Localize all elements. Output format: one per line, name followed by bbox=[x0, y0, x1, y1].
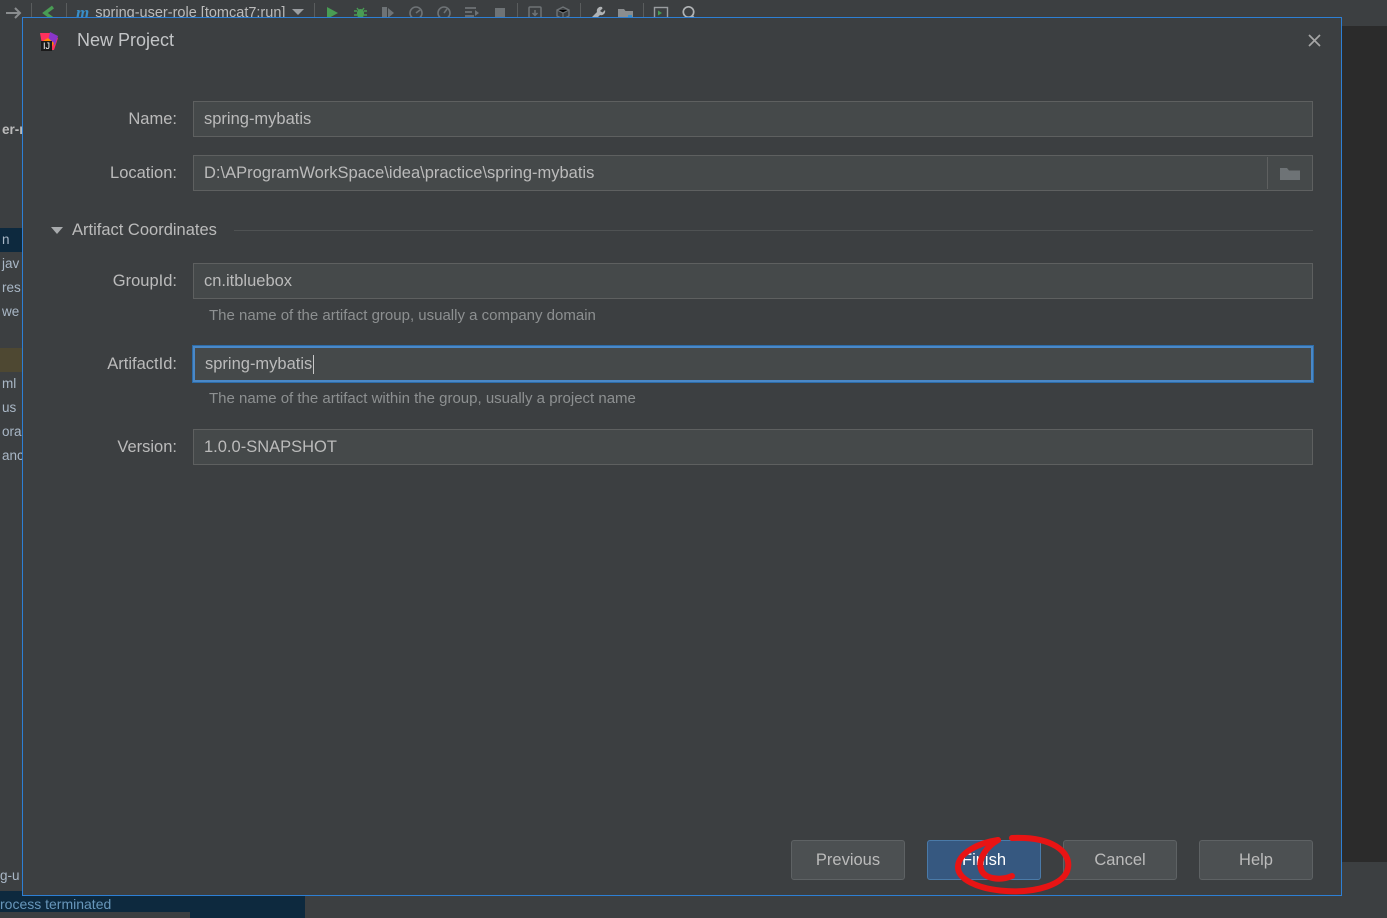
tree-item[interactable]: anc bbox=[0, 444, 22, 468]
location-input-value: D:\AProgramWorkSpace\idea\practice\sprin… bbox=[204, 163, 595, 182]
artifactid-label: ArtifactId: bbox=[107, 354, 177, 373]
groupid-input[interactable]: cn.itbluebox bbox=[193, 263, 1313, 299]
tree-item[interactable]: we bbox=[0, 300, 22, 324]
version-row: Version: 1.0.0-SNAPSHOT bbox=[51, 429, 1313, 465]
name-row: Name: spring-mybatis bbox=[51, 101, 1313, 137]
tree-item[interactable] bbox=[0, 324, 22, 348]
artifact-coordinates-title: Artifact Coordinates bbox=[72, 221, 217, 239]
intellij-idea-icon: IJ bbox=[38, 30, 60, 52]
previous-button-label: Previous bbox=[815, 850, 881, 869]
name-input-value: spring-mybatis bbox=[204, 109, 312, 128]
svg-text:IJ: IJ bbox=[43, 41, 50, 51]
tree-item[interactable]: er-r bbox=[0, 118, 22, 142]
cancel-button[interactable]: Cancel bbox=[1063, 840, 1177, 880]
name-input[interactable]: spring-mybatis bbox=[193, 101, 1313, 137]
finish-button[interactable]: Finish bbox=[927, 840, 1041, 880]
version-input[interactable]: 1.0.0-SNAPSHOT bbox=[193, 429, 1313, 465]
version-label: Version: bbox=[117, 437, 177, 456]
section-divider bbox=[233, 230, 1313, 231]
text-caret bbox=[313, 354, 315, 374]
location-row: Location: D:\AProgramWorkSpace\idea\prac… bbox=[51, 155, 1313, 191]
groupid-row: GroupId: cn.itbluebox bbox=[51, 263, 1313, 299]
folder-icon[interactable] bbox=[1267, 157, 1311, 189]
tree-item[interactable]: ml bbox=[0, 372, 22, 396]
tree-item[interactable]: us bbox=[0, 396, 22, 420]
close-icon[interactable] bbox=[1297, 24, 1331, 58]
artifact-coordinates-section-header[interactable]: Artifact Coordinates bbox=[51, 221, 1313, 240]
artifactid-input-value: spring-mybatis bbox=[205, 354, 313, 373]
location-input[interactable]: D:\AProgramWorkSpace\idea\practice\sprin… bbox=[193, 155, 1313, 191]
console-tab-label[interactable]: g-u bbox=[0, 862, 20, 890]
help-button-label: Help bbox=[1239, 850, 1273, 869]
dialog-footer: Previous Finish Cancel Help bbox=[23, 825, 1341, 895]
dialog-title-bar: IJ New Project bbox=[23, 18, 1341, 63]
groupid-hint: The name of the artifact group, usually … bbox=[209, 307, 596, 324]
groupid-input-value: cn.itbluebox bbox=[204, 271, 293, 290]
name-label: Name: bbox=[128, 109, 177, 128]
groupid-label: GroupId: bbox=[112, 271, 177, 290]
project-tree-panel[interactable]: er-r n jav res we ml us ora anc bbox=[0, 26, 22, 862]
location-label: Location: bbox=[110, 163, 177, 182]
tree-item[interactable]: ora bbox=[0, 420, 22, 444]
cancel-button-label: Cancel bbox=[1094, 850, 1146, 869]
dialog-body: Name: spring-mybatis Location: D:\AProgr… bbox=[23, 63, 1341, 825]
finish-button-label: Finish bbox=[961, 850, 1006, 869]
tree-item-selected[interactable]: n bbox=[0, 228, 22, 252]
tree-item[interactable]: jav bbox=[0, 252, 22, 276]
help-button[interactable]: Help bbox=[1199, 840, 1313, 880]
tree-item-highlighted[interactable] bbox=[0, 348, 22, 372]
version-input-value: 1.0.0-SNAPSHOT bbox=[204, 437, 337, 456]
dialog-title: New Project bbox=[77, 30, 175, 50]
tree-item[interactable]: res bbox=[0, 276, 22, 300]
artifactid-row: ArtifactId: spring-mybatis bbox=[51, 345, 1314, 383]
new-project-dialog: IJ New Project Name: spring-mybatis Loca… bbox=[22, 17, 1342, 896]
artifactid-input[interactable]: spring-mybatis bbox=[192, 345, 1314, 383]
artifactid-hint: The name of the artifact within the grou… bbox=[209, 390, 636, 407]
previous-button[interactable]: Previous bbox=[791, 840, 905, 880]
triangle-down-icon[interactable] bbox=[51, 227, 63, 234]
status-bar bbox=[0, 912, 190, 918]
